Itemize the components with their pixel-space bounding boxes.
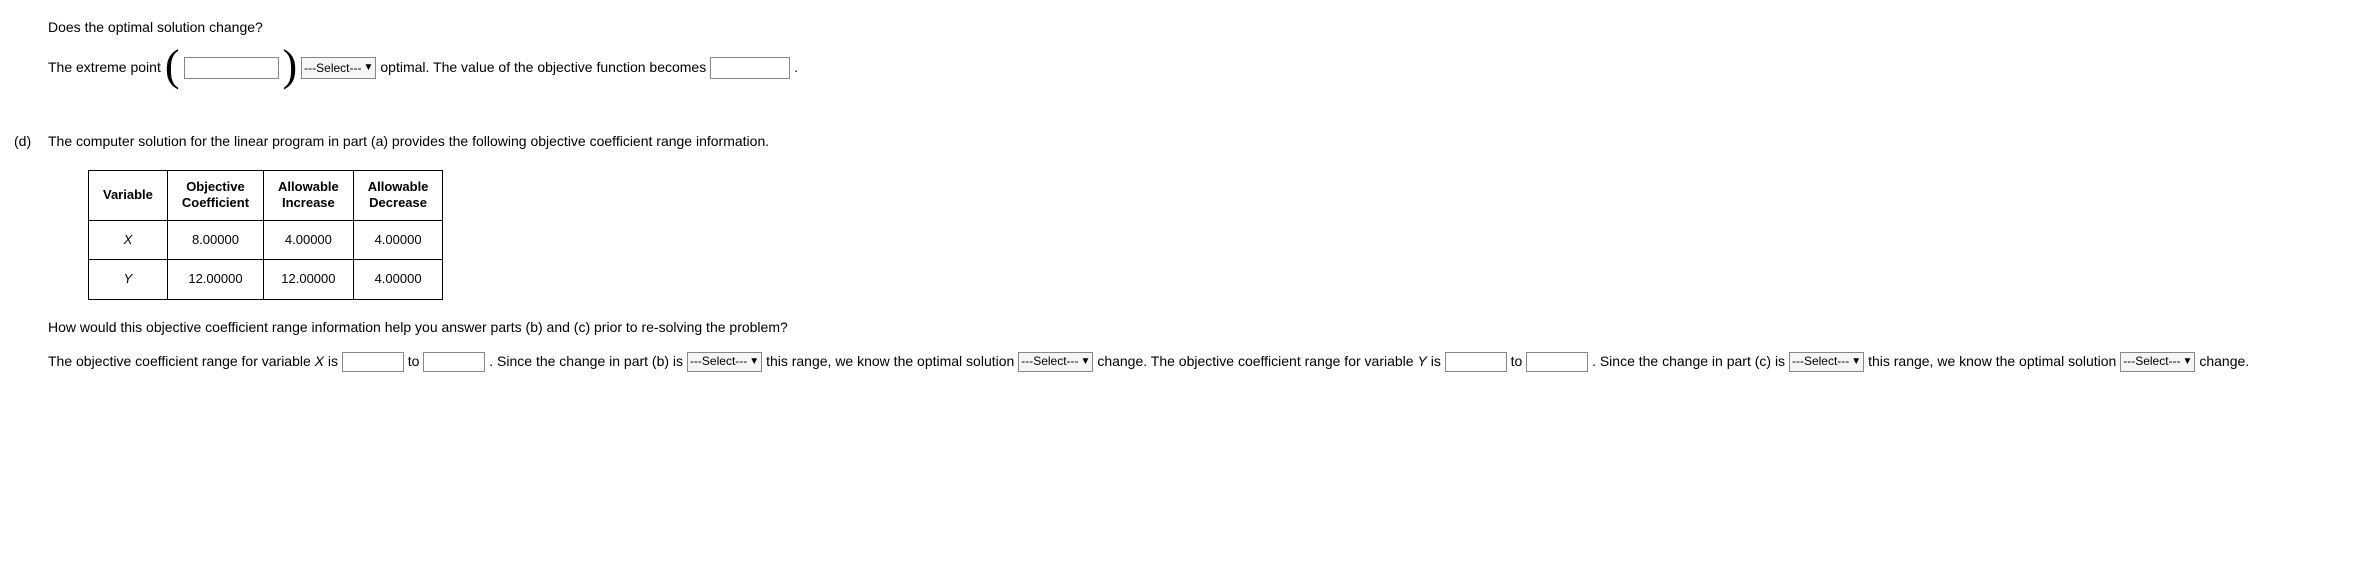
select-value: ---Select--- — [2123, 348, 2180, 374]
flow-t3: . Since the change in part (b) is — [489, 353, 683, 369]
header-allow-dec: AllowableDecrease — [353, 170, 443, 221]
table-row: Y 12.00000 12.00000 4.00000 — [89, 260, 443, 299]
select-value: ---Select--- — [1792, 348, 1849, 374]
cell-objcoef: 8.00000 — [167, 221, 263, 260]
q2-text: How would this objective coefficient ran… — [48, 316, 788, 340]
part-d-label: (d) — [14, 130, 31, 154]
to-2: to — [1511, 353, 1523, 369]
x-range-to-input[interactable] — [423, 352, 485, 372]
select-value: ---Select--- — [1021, 348, 1078, 374]
part-d-section: (d) The computer solution for the linear… — [6, 130, 2364, 377]
chevron-down-icon: ▼ — [749, 351, 759, 373]
cell-variable: Y — [89, 260, 168, 299]
header-obj-coef: ObjectiveCoefficient — [167, 170, 263, 221]
flow-t5: change. The objective coefficient range … — [1097, 353, 1417, 369]
select-value: ---Select--- — [304, 58, 361, 78]
cell-objcoef: 12.00000 — [167, 260, 263, 299]
cell-allowdec: 4.00000 — [353, 221, 443, 260]
select-value: ---Select--- — [690, 348, 747, 374]
part-c-change-select[interactable]: ---Select--- ▼ — [2120, 352, 2195, 372]
open-paren-icon: ( — [165, 44, 180, 88]
intro-text: The computer solution for the linear pro… — [48, 130, 769, 154]
part-b-range-select[interactable]: ---Select--- ▼ — [687, 352, 762, 372]
extreme-point-input[interactable] — [184, 57, 279, 79]
objective-value-input[interactable] — [710, 57, 790, 79]
x-range-from-input[interactable] — [342, 352, 404, 372]
y-range-to-input[interactable] — [1526, 352, 1588, 372]
y-range-from-input[interactable] — [1445, 352, 1507, 372]
flow-t8: this range, we know the optimal solution — [1868, 353, 2116, 369]
chevron-down-icon: ▼ — [1081, 351, 1091, 373]
header-allow-inc: AllowableIncrease — [264, 170, 354, 221]
label-extreme-point: The extreme point — [48, 56, 161, 80]
to-1: to — [408, 353, 420, 369]
var-y: Y — [1417, 353, 1426, 369]
optimal-select[interactable]: ---Select--- ▼ — [301, 57, 376, 79]
cell-allowdec: 4.00000 — [353, 260, 443, 299]
flow-t1: The objective coefficient range for vari… — [48, 353, 315, 369]
part-b-change-select[interactable]: ---Select--- ▼ — [1018, 352, 1093, 372]
chevron-down-icon: ▼ — [2183, 351, 2193, 373]
cell-allowinc: 4.00000 — [264, 221, 354, 260]
question-text: Does the optimal solution change? — [48, 16, 263, 40]
flow-t7: . Since the change in part (c) is — [1592, 353, 1785, 369]
flow-t4: this range, we know the optimal solution — [766, 353, 1014, 369]
cell-allowinc: 12.00000 — [264, 260, 354, 299]
flow-t6: is — [1427, 353, 1441, 369]
part-c-range-select[interactable]: ---Select--- ▼ — [1789, 352, 1864, 372]
part-d-intro: The computer solution for the linear pro… — [48, 130, 2364, 154]
answer-flow: The objective coefficient range for vari… — [48, 345, 2364, 377]
close-paren-icon: ) — [283, 44, 298, 88]
period: . — [794, 56, 798, 80]
chevron-down-icon: ▼ — [363, 59, 373, 76]
question-optimal-change: Does the optimal solution change? — [48, 16, 2364, 40]
var-x: X — [315, 353, 324, 369]
flow-t2: is — [324, 353, 338, 369]
extreme-point-line: The extreme point ( ) ---Select--- ▼ opt… — [48, 46, 2364, 90]
table-header-row: Variable ObjectiveCoefficient AllowableI… — [89, 170, 443, 221]
table-row: X 8.00000 4.00000 4.00000 — [89, 221, 443, 260]
header-variable: Variable — [89, 170, 168, 221]
chevron-down-icon: ▼ — [1851, 351, 1861, 373]
label-optimal-text: optimal. The value of the objective func… — [380, 56, 706, 80]
coefficient-range-table: Variable ObjectiveCoefficient AllowableI… — [88, 170, 443, 300]
cell-variable: X — [89, 221, 168, 260]
question-how-help: How would this objective coefficient ran… — [48, 316, 2364, 340]
flow-t9: change. — [2199, 353, 2249, 369]
